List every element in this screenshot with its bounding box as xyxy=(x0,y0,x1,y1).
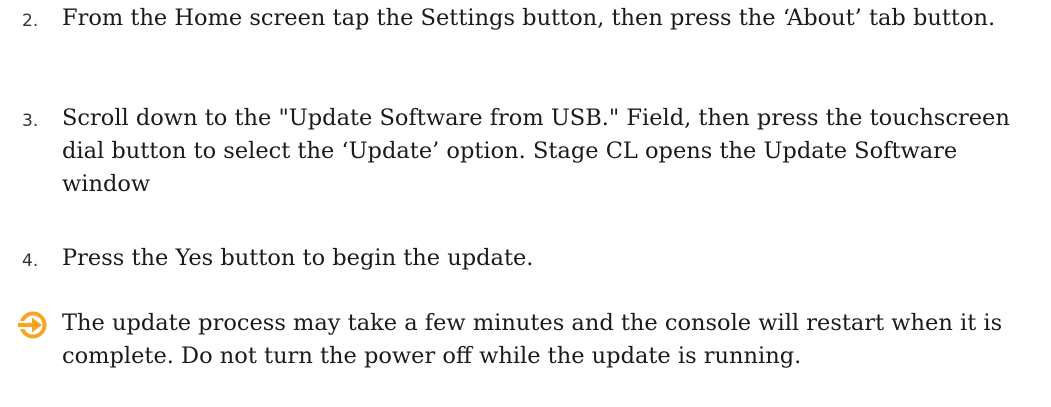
step-number: 2. xyxy=(22,11,39,31)
step-text: Scroll down to the "Update Software from… xyxy=(62,105,1010,197)
step-text: Press the Yes button to begin the update… xyxy=(62,245,534,271)
step-number: 4. xyxy=(22,251,39,271)
document-page: 2. From the Home screen tap the Settings… xyxy=(0,0,1051,407)
note-text: The update process may take a few minute… xyxy=(62,310,1003,369)
arrow-circle-right-icon xyxy=(18,311,47,339)
step-text: From the Home screen tap the Settings bu… xyxy=(62,5,996,31)
step-number: 3. xyxy=(22,111,39,131)
